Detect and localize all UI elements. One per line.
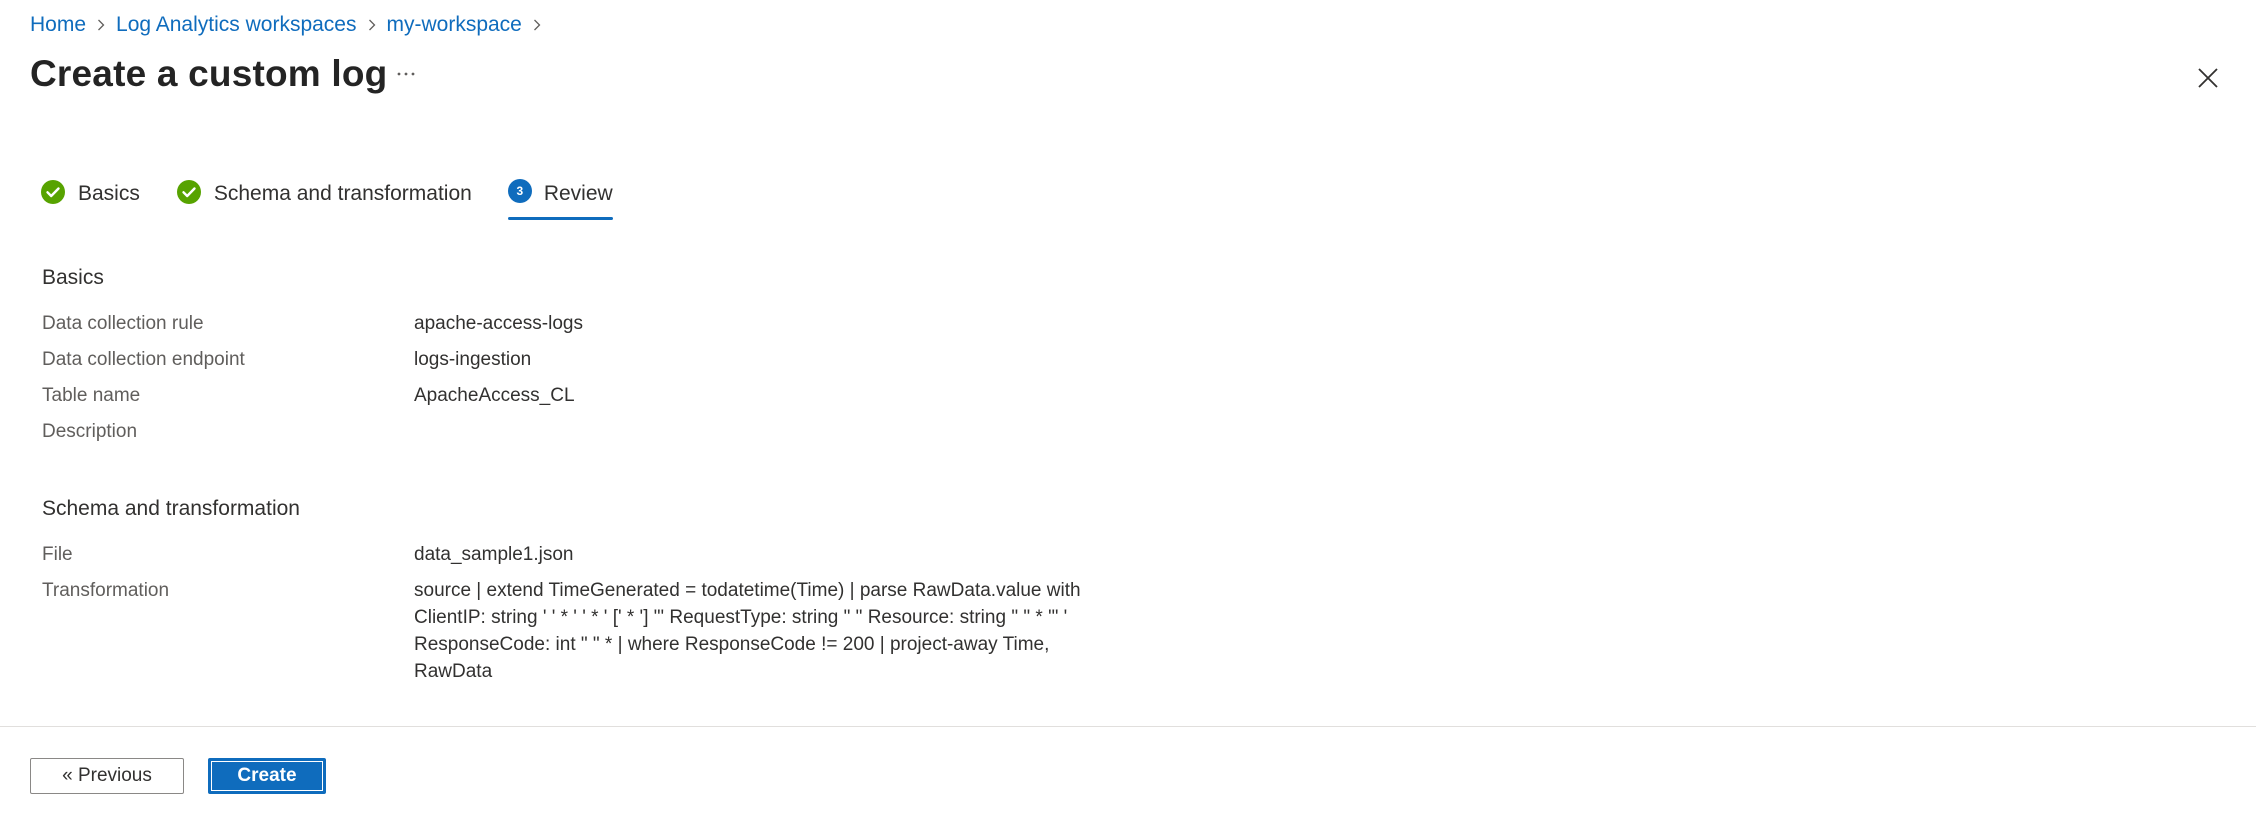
value-table-name: ApacheAccess_CL — [414, 385, 575, 406]
label-description: Description — [42, 421, 138, 442]
ellipsis-icon — [397, 72, 415, 76]
step-number-badge: 3 — [507, 179, 532, 203]
tab-label: Review — [543, 182, 613, 205]
check-circle-icon — [176, 180, 201, 204]
page-title: Create a custom log — [30, 53, 388, 94]
tab-review[interactable]: 3 Review — [507, 170, 613, 220]
check-circle-icon — [41, 180, 65, 204]
section-title-schema-and-transformation: Schema and transformation — [42, 497, 300, 520]
previous-button[interactable]: « Previous — [30, 758, 184, 794]
tab-basics[interactable]: Basics — [40, 170, 140, 218]
label-file: File — [42, 544, 73, 565]
chevron-right-icon — [86, 10, 116, 40]
create-button[interactable]: Create — [208, 758, 326, 794]
tab-schema-and-transformation[interactable]: Schema and transformation — [176, 170, 472, 218]
breadcrumb-home[interactable]: Home — [30, 13, 86, 37]
breadcrumb: Home Log Analytics workspaces my-workspa… — [30, 10, 552, 40]
breadcrumb-log-analytics-workspaces[interactable]: Log Analytics workspaces — [116, 13, 356, 37]
label-transformation: Transformation — [42, 580, 170, 601]
value-data-collection-endpoint: logs-ingestion — [414, 349, 532, 370]
section-title-basics: Basics — [42, 266, 104, 289]
tab-label: Schema and transformation — [213, 182, 472, 205]
breadcrumb-my-workspace[interactable]: my-workspace — [387, 13, 522, 37]
wizard-tabs: Basics Schema and transformation 3 Revie… — [40, 170, 649, 220]
label-table-name: Table name — [42, 385, 141, 406]
close-button[interactable] — [2186, 56, 2230, 100]
label-data-collection-endpoint: Data collection endpoint — [42, 349, 245, 370]
value-transformation: source | extend TimeGenerated = todateti… — [414, 580, 1081, 682]
more-options-button[interactable] — [388, 56, 424, 92]
label-data-collection-rule: Data collection rule — [42, 313, 204, 334]
close-icon — [2198, 68, 2218, 88]
value-data-collection-rule: apache-access-logs — [414, 313, 583, 334]
chevron-right-icon — [357, 10, 387, 40]
tab-label: Basics — [78, 182, 140, 205]
footer-divider — [0, 726, 2256, 727]
chevron-right-icon — [522, 10, 552, 40]
value-file: data_sample1.json — [414, 544, 574, 565]
